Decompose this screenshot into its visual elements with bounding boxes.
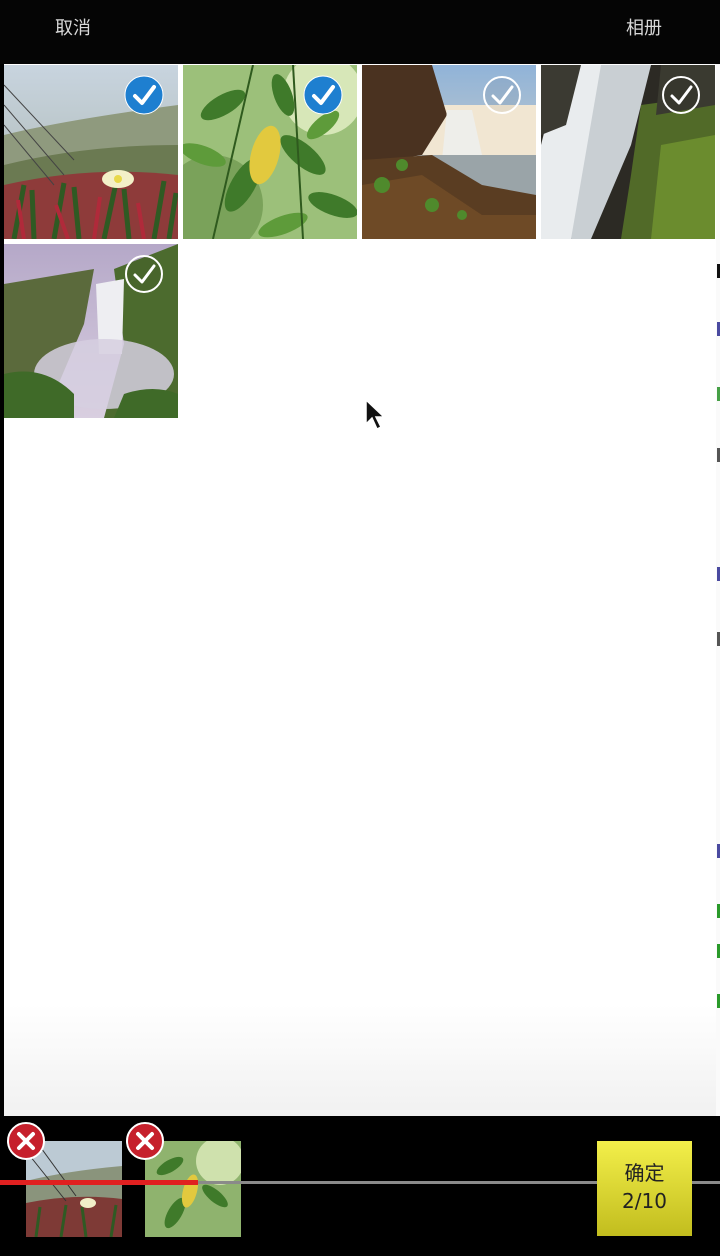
photo-thumb[interactable] — [541, 65, 715, 239]
photo-thumb[interactable] — [362, 65, 536, 239]
confirm-button[interactable]: 确定 2/10 — [597, 1141, 692, 1236]
selected-count: 2/10 — [622, 1189, 667, 1213]
cancel-button[interactable]: 取消 — [55, 14, 91, 40]
window-edge — [716, 64, 720, 1116]
check-circle-filled-icon[interactable] — [303, 75, 343, 115]
check-circle-outline-icon[interactable] — [124, 254, 164, 294]
mouse-pointer-icon — [365, 398, 386, 431]
confirm-label: 确定 — [624, 1161, 665, 1185]
photo-thumb[interactable] — [4, 65, 178, 239]
progress-fill — [0, 1180, 198, 1185]
photo-thumb[interactable] — [4, 244, 178, 418]
check-circle-outline-icon[interactable] — [482, 75, 522, 115]
album-button[interactable]: 相册 — [626, 14, 662, 40]
top-nav-bar: 取消 相册 — [0, 0, 720, 64]
check-circle-outline-icon[interactable] — [661, 75, 701, 115]
close-circle-icon[interactable] — [126, 1122, 164, 1160]
check-circle-filled-icon[interactable] — [124, 75, 164, 115]
close-circle-icon[interactable] — [7, 1122, 45, 1160]
photo-thumb[interactable] — [183, 65, 357, 239]
